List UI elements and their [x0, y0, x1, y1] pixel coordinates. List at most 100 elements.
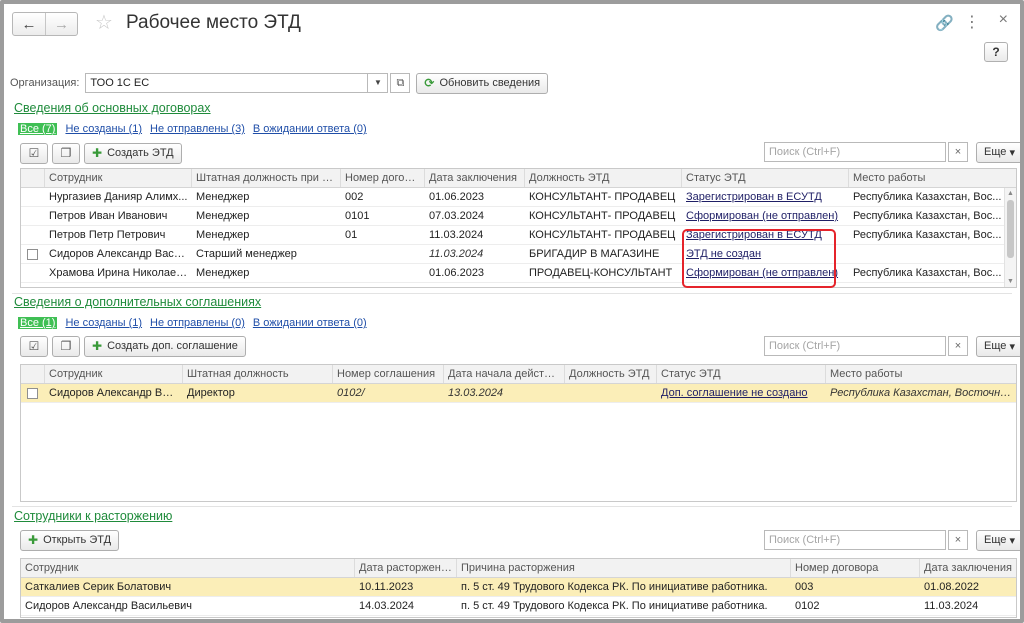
- column-header[interactable]: Статус ЭТД: [657, 365, 826, 383]
- cell: 10.11.2023: [359, 581, 414, 593]
- filter-all[interactable]: Все (7): [18, 123, 58, 135]
- more-label: Еще: [984, 534, 1007, 546]
- table-row[interactable]: Храмова Ирина Николаев... Менеджер 01.06…: [21, 264, 1016, 283]
- cell: Директор: [187, 387, 235, 399]
- scroll-thumb[interactable]: [1007, 200, 1014, 258]
- filter-not-sent[interactable]: Не отправлены (0): [150, 317, 245, 329]
- clear-icon[interactable]: ×: [948, 530, 968, 550]
- scroll-up-icon[interactable]: ▲: [1007, 190, 1014, 197]
- agreements-section-title[interactable]: Сведения о дополнительных соглашениях: [14, 295, 261, 309]
- search-input[interactable]: Поиск (Ctrl+F): [764, 142, 946, 162]
- refresh-button[interactable]: ⟳ Обновить сведения: [416, 72, 549, 94]
- dropdown-arrow-icon[interactable]: ▼: [368, 73, 389, 93]
- terminations-section-title[interactable]: Сотрудники к расторжению: [14, 509, 172, 523]
- filter-awaiting[interactable]: В ожидании ответа (0): [253, 123, 367, 135]
- table-row[interactable]: Сидоров Александр Васил... Старший менед…: [21, 245, 1016, 264]
- contracts-section-title[interactable]: Сведения об основных договорах: [14, 101, 211, 115]
- cell: 01.08.2022: [924, 581, 980, 593]
- filter-not-sent[interactable]: Не отправлены (3): [150, 123, 245, 135]
- table-scrollbar[interactable]: ▲ ▼: [1004, 188, 1016, 287]
- scroll-down-icon[interactable]: ▼: [1007, 278, 1014, 285]
- forward-arrow-icon[interactable]: →: [45, 13, 77, 35]
- cell: Нургазиев Данияр Алимх...: [49, 191, 188, 203]
- column-header[interactable]: Штатная должность: [183, 365, 333, 383]
- organization-field[interactable]: ТОО 1С ЕС: [85, 73, 369, 93]
- column-header[interactable]: Номер соглашения: [333, 365, 444, 383]
- cell: КОНСУЛЬТАНТ- ПРОДАВЕЦ: [529, 210, 676, 222]
- organization-row: Организация: ТОО 1С ЕС ▼ ⧉ ⟳ Обновить св…: [10, 72, 549, 94]
- create-agreement-button[interactable]: ✚ Создать доп. соглашение: [84, 335, 246, 357]
- column-header[interactable]: Сотрудник: [21, 559, 355, 577]
- highlight-box: [682, 229, 836, 288]
- more-button[interactable]: Еще ▾: [976, 529, 1020, 551]
- open-etd-label: Открыть ЭТД: [43, 534, 112, 546]
- more-button[interactable]: Еще ▾: [976, 335, 1020, 357]
- search-input[interactable]: Поиск (Ctrl+F): [764, 336, 946, 356]
- column-header[interactable]: Номер договора: [791, 559, 920, 577]
- refresh-button-label: Обновить сведения: [439, 77, 541, 89]
- header-checkbox-col: [21, 169, 45, 187]
- close-icon[interactable]: ×: [999, 11, 1008, 29]
- column-header[interactable]: Штатная должность при пр...: [192, 169, 341, 187]
- column-header[interactable]: Статус ЭТД: [682, 169, 849, 187]
- column-header[interactable]: Место работы: [826, 365, 1016, 383]
- filter-all[interactable]: Все (1): [18, 317, 58, 329]
- cell: 01.06.2023: [429, 267, 485, 279]
- clear-icon[interactable]: ×: [948, 142, 968, 162]
- more-vertical-icon[interactable]: ⋮: [964, 12, 980, 32]
- agreements-table: Сотрудник Штатная должность Номер соглаш…: [20, 364, 1017, 502]
- link-icon[interactable]: 🔗: [935, 14, 954, 32]
- column-header[interactable]: Дата расторжения: [355, 559, 457, 577]
- column-header[interactable]: Должность ЭТД: [525, 169, 682, 187]
- table-header: Сотрудник Штатная должность Номер соглаш…: [21, 365, 1016, 384]
- table-row[interactable]: Саткалиев Серик Болатович 10.11.2023 п. …: [21, 578, 1016, 597]
- search-input[interactable]: Поиск (Ctrl+F): [764, 530, 946, 550]
- status-link[interactable]: Сформирован (не отправлен): [686, 210, 838, 222]
- cell: 11.03.2024: [924, 600, 979, 612]
- row-checkbox[interactable]: [27, 249, 38, 260]
- column-header[interactable]: Место работы: [849, 169, 1006, 187]
- cell: 07.03.2024: [429, 210, 485, 222]
- clear-icon[interactable]: ×: [948, 336, 968, 356]
- cell: п. 5 ст. 49 Трудового Кодекса РК. По ини…: [461, 581, 768, 593]
- column-header[interactable]: Сотрудник: [45, 365, 183, 383]
- column-header[interactable]: Дата заключения: [425, 169, 525, 187]
- row-checkbox[interactable]: [27, 388, 38, 399]
- cell: БРИГАДИР В МАГАЗИНЕ: [529, 248, 660, 260]
- filter-awaiting[interactable]: В ожидании ответа (0): [253, 317, 367, 329]
- status-link[interactable]: Доп. соглашение не создано: [661, 387, 808, 399]
- check-all-icon[interactable]: ☑: [20, 142, 48, 164]
- column-header[interactable]: Сотрудник: [45, 169, 192, 187]
- copy-icon[interactable]: ❐: [52, 142, 80, 164]
- filter-not-created[interactable]: Не созданы (1): [65, 123, 142, 135]
- table-row[interactable]: Сидоров Александр Вас... Директор 0102/ …: [21, 384, 1016, 403]
- create-etd-button[interactable]: ✚ Создать ЭТД: [84, 142, 182, 164]
- table-header: Сотрудник Штатная должность при пр... Но…: [21, 169, 1016, 188]
- help-button[interactable]: ?: [984, 42, 1008, 62]
- back-arrow-icon[interactable]: ←: [13, 13, 45, 35]
- cell: 01.06.2023: [429, 191, 485, 203]
- column-header[interactable]: Дата заключения: [920, 559, 1016, 577]
- table-row[interactable]: Петров Иван Иванович Менеджер 0101 07.03…: [21, 207, 1016, 226]
- copy-icon[interactable]: ❐: [52, 335, 80, 357]
- open-etd-button[interactable]: ✚ Открыть ЭТД: [20, 529, 120, 551]
- column-header[interactable]: Дата начала действия: [444, 365, 565, 383]
- more-button[interactable]: Еще ▾: [976, 141, 1020, 163]
- column-header[interactable]: Причина расторжения: [457, 559, 791, 577]
- column-header[interactable]: Должность ЭТД: [565, 365, 657, 383]
- table-row[interactable]: Нургазиев Данияр Алимх... Менеджер 002 0…: [21, 188, 1016, 207]
- column-header[interactable]: Номер догово...: [341, 169, 425, 187]
- cell: 13.03.2024: [448, 387, 504, 399]
- cell: Менеджер: [196, 267, 250, 279]
- table-row[interactable]: Сидоров Александр Васильевич 14.03.2024 …: [21, 597, 1016, 616]
- table-row[interactable]: Петров Петр Петрович Менеджер 01 11.03.2…: [21, 226, 1016, 245]
- status-link[interactable]: Зарегистрирован в ЕСУТД: [686, 191, 822, 203]
- filter-not-created[interactable]: Не созданы (1): [65, 317, 142, 329]
- open-icon[interactable]: ⧉: [390, 73, 411, 93]
- check-all-icon[interactable]: ☑: [20, 335, 48, 357]
- create-agreement-label: Создать доп. соглашение: [107, 340, 238, 352]
- cell: Петров Петр Петрович: [49, 229, 166, 241]
- cell: [341, 245, 425, 263]
- contracts-search: Поиск (Ctrl+F) × Еще ▾: [764, 141, 1020, 163]
- star-icon[interactable]: ☆: [95, 10, 113, 35]
